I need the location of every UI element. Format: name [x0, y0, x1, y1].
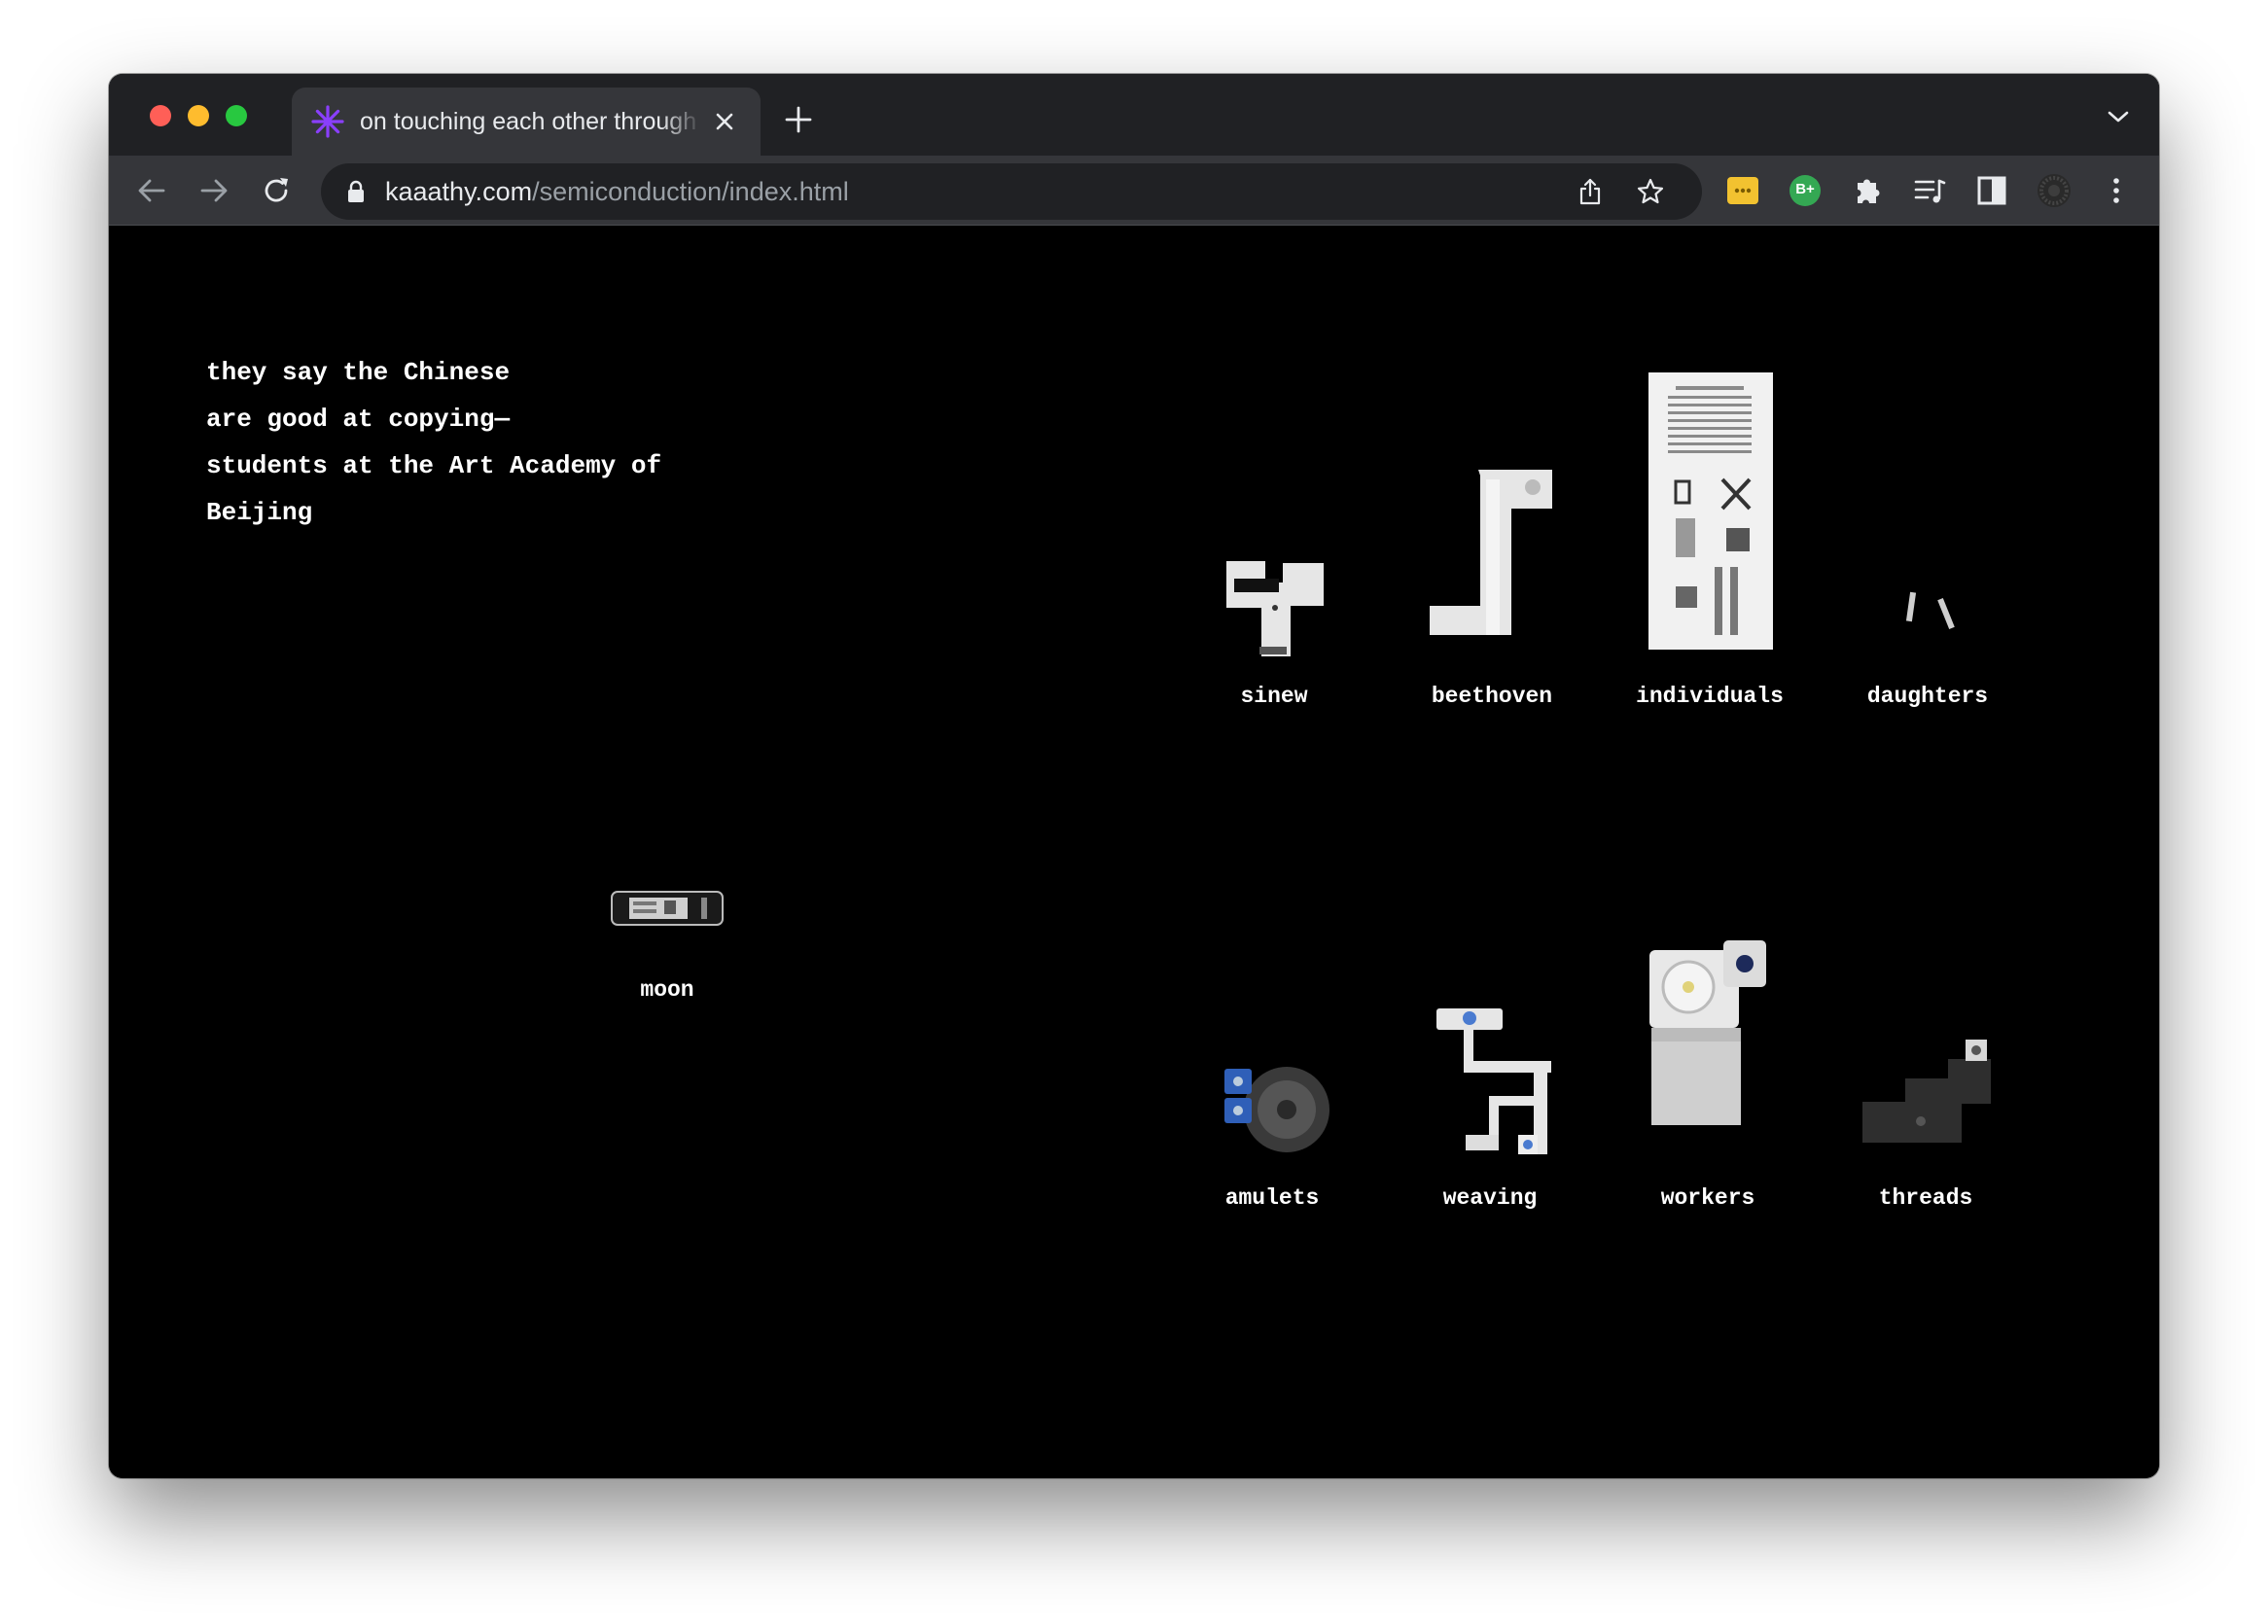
weaving-item[interactable]: weaving	[1402, 936, 1577, 1228]
intro-line: are good at copying—	[206, 405, 511, 434]
individuals-label: individuals	[1636, 684, 1784, 709]
url-domain: kaaathy.com	[385, 177, 533, 206]
bookmark-star-icon[interactable]	[1636, 177, 1665, 206]
reading-list-icon[interactable]	[1912, 173, 1947, 208]
individuals-battery-image	[1648, 372, 1773, 650]
chevron-down-icon[interactable]	[2107, 109, 2130, 124]
beethoven-item[interactable]: beethoven	[1404, 441, 1579, 723]
url-text[interactable]: kaaathy.com/semiconduction/index.html	[385, 177, 849, 207]
threads-label: threads	[1878, 1185, 1973, 1211]
extension-badge-text: B+	[1795, 181, 1815, 197]
share-icon[interactable]	[1576, 177, 1605, 206]
amulets-label: amulets	[1224, 1185, 1320, 1211]
lock-icon[interactable]	[346, 180, 366, 203]
yellow-extension-icon[interactable]	[1725, 173, 1760, 208]
browser-toolbar: kaaathy.com/semiconduction/index.html B+	[109, 156, 2159, 226]
daughters-label: daughters	[1866, 684, 1989, 709]
moon-item[interactable]: moon	[580, 868, 755, 1024]
zoom-window-button[interactable]	[226, 105, 247, 126]
profile-avatar-icon[interactable]	[2037, 173, 2072, 208]
threads-item[interactable]: threads	[1838, 936, 2013, 1228]
new-tab-plus-icon[interactable]	[784, 105, 813, 134]
bplus-extension-icon[interactable]: B+	[1788, 173, 1823, 208]
individuals-item[interactable]: individuals	[1622, 372, 1797, 723]
amulets-speaker-image	[1224, 1067, 1329, 1152]
moon-label: moon	[640, 977, 694, 1003]
intro-line: Beijing	[206, 498, 313, 527]
active-tab[interactable]: on touching each other through our diffe…	[292, 88, 761, 156]
asterisk-favicon-icon	[311, 105, 344, 138]
tab-strip: on touching each other through our diffe…	[109, 74, 2159, 156]
sinew-component-image	[1226, 561, 1324, 656]
weaving-label: weaving	[1442, 1185, 1538, 1211]
url-path: /semiconduction/index.html	[532, 177, 849, 206]
sinew-item[interactable]: sinew	[1187, 441, 1362, 723]
intro-line: they say the Chinese	[206, 358, 511, 387]
threads-bracket-image	[1862, 1040, 1991, 1143]
address-bar[interactable]: kaaathy.com/semiconduction/index.html	[321, 163, 1702, 220]
page-content: they say the Chinese are good at copying…	[109, 227, 2159, 1478]
intro-line: students at the Art Academy of	[206, 451, 662, 480]
moon-component-image	[611, 891, 724, 926]
sinew-label: sinew	[1240, 684, 1308, 709]
puzzle-extensions-icon[interactable]	[1850, 173, 1885, 208]
beethoven-label: beethoven	[1431, 684, 1553, 709]
more-menu-icon[interactable]	[2099, 173, 2134, 208]
close-tab-icon[interactable]	[712, 109, 737, 134]
beethoven-component-image	[1430, 470, 1552, 635]
workers-item[interactable]: workers	[1620, 936, 1795, 1228]
intro-text: they say the Chinese are good at copying…	[206, 349, 751, 536]
tab-title: on touching each other through our diffe…	[360, 108, 702, 135]
workers-camera-image	[1649, 940, 1766, 1125]
reload-icon[interactable]	[259, 173, 294, 208]
amulets-item[interactable]: amulets	[1185, 936, 1360, 1228]
daughters-item[interactable]: daughters	[1840, 441, 2015, 723]
minimize-window-button[interactable]	[188, 105, 209, 126]
close-window-button[interactable]	[150, 105, 171, 126]
browser-window: on touching each other through our diffe…	[109, 74, 2159, 1478]
forward-arrow-icon[interactable]	[196, 173, 231, 208]
workers-label: workers	[1660, 1185, 1755, 1211]
weaving-flexcable-image	[1436, 1008, 1551, 1154]
daughters-screws-image	[1905, 591, 1955, 629]
back-arrow-icon[interactable]	[134, 173, 169, 208]
side-panel-icon[interactable]	[1974, 173, 2009, 208]
